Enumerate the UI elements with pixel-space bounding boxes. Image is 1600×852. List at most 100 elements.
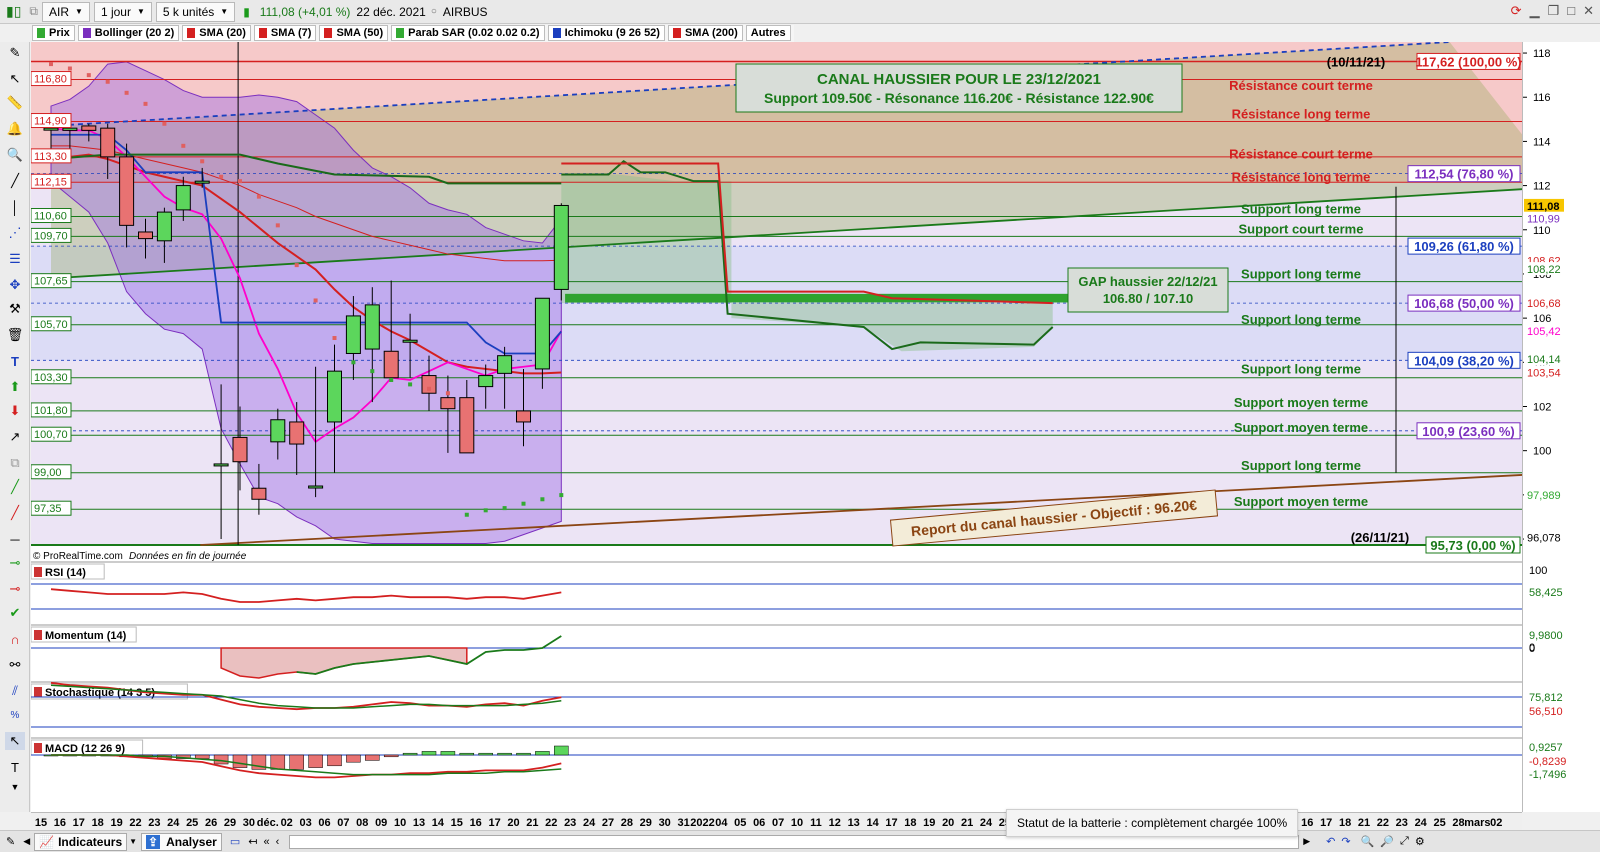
macd-histogram-bar [365,754,380,761]
chart-canvas: 116,80 114,90 113,30 112,15 110,60 109,70 107,… [30,41,1564,779]
buy-line-icon[interactable]: ⊸ [5,554,25,572]
price-chart[interactable]: 116,80 114,90 113,30 112,15 110,60 109,70 107,… [30,41,1564,812]
trash-icon[interactable]: 🗑 [5,326,25,344]
legend-item[interactable]: SMA (200) [667,25,743,41]
ticker-select[interactable]: AIR ▼ [42,1,90,22]
date-axis-label: 18 [92,817,104,829]
candle-body [213,463,229,467]
legend-label: Autres [750,27,786,39]
restore-icon[interactable]: ❐ [1548,3,1560,19]
pencil-icon[interactable]: ✎ [5,44,25,62]
move-icon[interactable]: ✥ [5,276,25,294]
units-select[interactable]: 5 k unités ▼ [155,1,236,22]
indicators-button[interactable]: 📈 Indicateurs [34,832,128,851]
candle-body [270,419,286,443]
legend-item[interactable]: Bollinger (20 2) [77,25,180,41]
level-tag-label: 113,30 [34,151,67,163]
date-axis-label: 17 [885,817,897,829]
refresh-icon[interactable]: ⟳ [1511,3,1522,19]
legend-item[interactable]: SMA (20) [182,25,251,41]
minimize-icon[interactable]: ▁ [1530,3,1540,19]
level-description: Résistance long terme [1232,169,1371,184]
text-box-icon[interactable]: T [5,758,25,776]
link-icon[interactable]: ⚯ [5,656,25,674]
arrow-down-icon[interactable]: ⬇ [5,402,25,420]
line-icon[interactable]: ╱ [5,172,25,190]
period-select[interactable]: 1 jour ▼ [93,1,152,22]
copy-icon[interactable]: ⧉ [5,454,25,472]
nav-back-icon[interactable]: « [263,836,269,848]
macd-histogram-bar [440,751,456,756]
percent-icon[interactable]: % [5,706,25,724]
date-axis-label: 06 [318,817,330,829]
level-tag-label: 103,30 [34,372,68,384]
price-tag: 110,99 [1524,211,1564,226]
candle-body [62,127,78,131]
settings-icon[interactable]: ⚙ [1415,835,1425,848]
legend-swatch [258,28,267,38]
date-axis-label: 23 [148,817,160,829]
indicator-title-swatch [34,687,42,697]
psar-point [370,369,375,374]
zoom-in-icon[interactable]: 🔍 [1361,835,1375,848]
brush-icon[interactable]: ⚒ [5,300,25,318]
legend-item[interactable]: SMA (7) [253,25,317,41]
undo-icon[interactable]: ↶ [1326,835,1335,848]
dropdown-icon[interactable]: ▼ [129,837,137,846]
price-tag-label: 105,42 [1527,326,1561,338]
price-tag: 106,68 [1524,296,1564,310]
alert-icon[interactable]: 🔔 [5,120,25,138]
fibonacci-icon[interactable]: ⋰ [5,224,25,242]
legend-item[interactable]: SMA (50) [319,25,389,41]
fibo-retracement-icon[interactable]: ☰ [5,250,25,268]
sell-line-icon[interactable]: ⊸ [5,580,25,598]
level-tag: 110,60 [30,208,72,224]
legend-item[interactable]: Prix [32,25,75,41]
magnet-icon[interactable]: ∩ [5,630,25,648]
redo-icon[interactable]: ↷ [1341,835,1350,848]
psar-point [313,298,318,303]
scroll-left-icon[interactable]: ◀ [23,836,30,847]
date-axis-label: 02 [281,817,293,829]
zoom-out-icon[interactable]: 🔎 [1380,835,1394,848]
red-line-icon[interactable]: ╱ [5,504,25,522]
pointer-icon[interactable]: ↖ [5,732,25,750]
vertical-line-icon[interactable]: │ [5,198,25,216]
zoom-icon[interactable]: 🔍 [5,146,25,164]
close-icon[interactable]: ✕ [1583,3,1594,19]
cursor-icon[interactable]: ↖ [5,70,25,88]
arrow-up-icon[interactable]: ⬆ [5,378,25,396]
text-icon[interactable]: T [5,352,25,370]
date-axis-label: 22 [129,817,141,829]
nav-next-icon[interactable]: ▶ [1303,836,1310,847]
legend-item[interactable]: Ichimoku (9 26 52) [547,25,665,41]
date-axis-canvas: 15 16 17 18 19 22 23 24 25 26 29 30 déc. 02 03 06 07 08 09… [35,817,1503,829]
level-tag-label: 110,60 [34,211,67,223]
legend-item[interactable]: Parab SAR (0.02 0.02 0.2) [391,25,545,41]
arrow-line-icon[interactable]: ↗ [5,428,25,446]
green-line-icon[interactable]: ╱ [5,478,25,496]
level-description: Support long terme [1241,362,1361,377]
date-axis: 15 16 17 18 19 22 23 24 25 26 29 30 déc. 02 03 06 07 08 09… [31,812,1522,830]
nav-prev-icon[interactable]: ‹ [276,836,280,848]
date-axis-label: 21 [526,817,538,829]
scroll-down-icon[interactable]: ▼ [5,778,25,796]
bookmark-icon[interactable]: ⧉ [29,4,38,19]
chart-type-icon[interactable]: ▮▯ [6,3,21,20]
fit-icon[interactable]: ⤢ [1400,835,1409,848]
date-axis-label: 02 [1490,817,1502,829]
candle-body [440,397,456,410]
ruler-icon[interactable]: 📏 [5,94,25,112]
channel-icon[interactable]: ⫽ [5,682,25,700]
maximize-icon[interactable]: □ [1567,3,1575,19]
check-icon[interactable]: ✔ [5,604,25,622]
date-axis-label: 17 [73,817,85,829]
analyser-button[interactable]: ⇪ Analyser [141,832,222,851]
psar-point [143,101,148,106]
legend-item[interactable]: Autres [745,25,791,41]
hline-icon[interactable]: ─ [5,530,25,548]
nav-first-icon[interactable]: ↤ [248,835,257,848]
display-icon[interactable]: ▭ [230,835,240,848]
date-axis-label: 15 [35,817,47,829]
pencil-small-icon[interactable]: ✎ [6,835,15,848]
